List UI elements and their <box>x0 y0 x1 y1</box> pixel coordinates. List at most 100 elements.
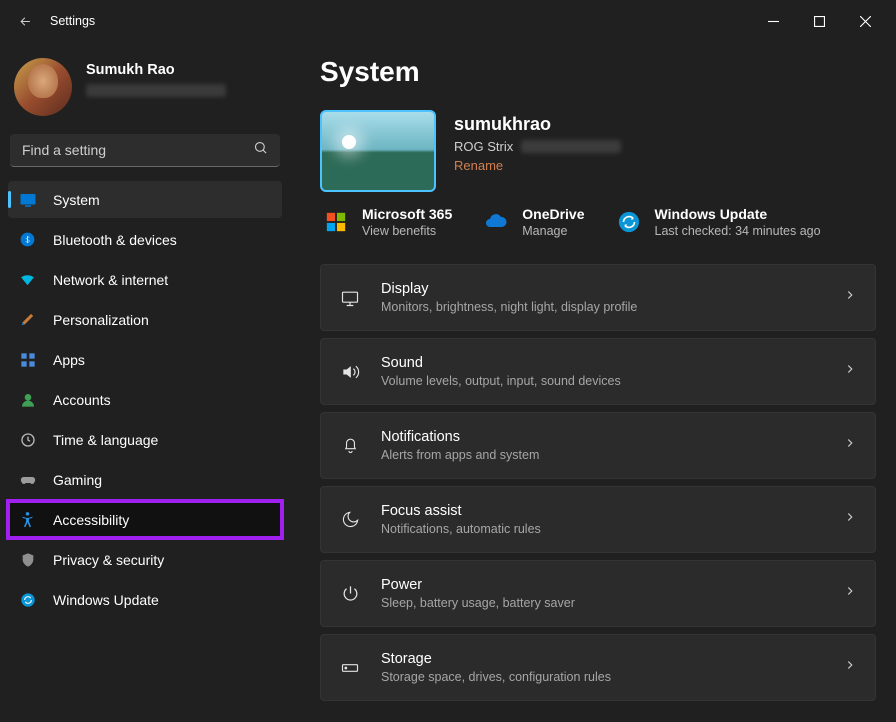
search-icon <box>253 140 268 160</box>
sidebar-item-label: Accessibility <box>53 512 129 528</box>
main-content: System sumukhrao ROG Strix Rename Micros… <box>290 42 896 722</box>
quick-subtitle: View benefits <box>362 224 452 238</box>
sidebar-item-label: Time & language <box>53 432 158 448</box>
sidebar-item-system[interactable]: System <box>8 181 282 218</box>
back-button[interactable] <box>8 4 42 38</box>
maximize-button[interactable] <box>796 5 842 37</box>
quick-onedrive[interactable]: OneDrive Manage <box>484 206 584 238</box>
quick-subtitle: Last checked: 34 minutes ago <box>655 224 821 238</box>
microsoft-365-icon <box>324 210 348 234</box>
device-name: sumukhrao <box>454 114 621 135</box>
setting-title: Power <box>381 577 823 593</box>
storage-icon <box>339 657 361 679</box>
setting-subtitle: Storage space, drives, configuration rul… <box>381 670 823 684</box>
setting-notifications[interactable]: Notifications Alerts from apps and syste… <box>320 412 876 479</box>
setting-storage[interactable]: Storage Storage space, drives, configura… <box>320 634 876 701</box>
setting-subtitle: Notifications, automatic rules <box>381 522 823 536</box>
gamepad-icon <box>18 470 37 489</box>
accessibility-icon <box>18 510 37 529</box>
chevron-right-icon <box>843 436 857 455</box>
sound-icon <box>339 361 361 383</box>
update-icon <box>18 590 37 609</box>
chevron-right-icon <box>843 658 857 677</box>
profile-name: Sumukh Rao <box>86 62 226 78</box>
setting-power[interactable]: Power Sleep, battery usage, battery save… <box>320 560 876 627</box>
windows-update-icon <box>617 210 641 234</box>
person-icon <box>18 390 37 409</box>
chevron-right-icon <box>843 584 857 603</box>
sidebar-item-gaming[interactable]: Gaming <box>8 461 282 498</box>
quick-title: Microsoft 365 <box>362 206 452 222</box>
sidebar-item-personalization[interactable]: Personalization <box>8 301 282 338</box>
quick-links-row: Microsoft 365 View benefits OneDrive Man… <box>320 206 876 238</box>
setting-title: Storage <box>381 651 823 667</box>
moon-icon <box>339 509 361 531</box>
sidebar-item-label: Windows Update <box>53 592 159 608</box>
sidebar-item-windows-update[interactable]: Windows Update <box>8 581 282 618</box>
sidebar-item-label: System <box>53 192 100 208</box>
sidebar-item-privacy[interactable]: Privacy & security <box>8 541 282 578</box>
titlebar: Settings <box>0 0 896 42</box>
setting-subtitle: Monitors, brightness, night light, displ… <box>381 300 823 314</box>
setting-subtitle: Volume levels, output, input, sound devi… <box>381 374 823 388</box>
chevron-right-icon <box>843 362 857 381</box>
profile-block[interactable]: Sumukh Rao <box>8 52 282 130</box>
sidebar-item-label: Apps <box>53 352 85 368</box>
settings-list: Display Monitors, brightness, night ligh… <box>320 264 876 701</box>
chevron-right-icon <box>843 510 857 529</box>
sidebar-item-label: Accounts <box>53 392 111 408</box>
sidebar-item-label: Bluetooth & devices <box>53 232 177 248</box>
device-model-redacted <box>521 140 621 153</box>
device-summary: sumukhrao ROG Strix Rename <box>320 110 876 192</box>
setting-title: Focus assist <box>381 503 823 519</box>
sidebar-item-label: Personalization <box>53 312 149 328</box>
close-button[interactable] <box>842 5 888 37</box>
setting-title: Notifications <box>381 429 823 445</box>
rename-link[interactable]: Rename <box>454 158 621 173</box>
sidebar-item-label: Network & internet <box>53 272 168 288</box>
quick-microsoft-365[interactable]: Microsoft 365 View benefits <box>324 206 452 238</box>
device-model: ROG Strix <box>454 139 621 154</box>
quick-title: OneDrive <box>522 206 584 222</box>
sidebar-item-bluetooth[interactable]: Bluetooth & devices <box>8 221 282 258</box>
sidebar-item-accounts[interactable]: Accounts <box>8 381 282 418</box>
search-box[interactable] <box>10 134 280 167</box>
profile-email-redacted <box>86 84 226 97</box>
wifi-icon <box>18 270 37 289</box>
minimize-button[interactable] <box>750 5 796 37</box>
setting-sound[interactable]: Sound Volume levels, output, input, soun… <box>320 338 876 405</box>
setting-display[interactable]: Display Monitors, brightness, night ligh… <box>320 264 876 331</box>
sidebar: Sumukh Rao System Bluetooth & devices <box>0 42 290 722</box>
page-title: System <box>320 56 876 88</box>
window-controls <box>750 5 888 37</box>
setting-title: Display <box>381 281 823 297</box>
chevron-right-icon <box>843 288 857 307</box>
bell-icon <box>339 435 361 457</box>
sidebar-item-time-language[interactable]: Time & language <box>8 421 282 458</box>
paintbrush-icon <box>18 310 37 329</box>
sidebar-item-apps[interactable]: Apps <box>8 341 282 378</box>
sidebar-item-accessibility[interactable]: Accessibility <box>8 501 282 538</box>
sidebar-item-label: Gaming <box>53 472 102 488</box>
quick-title: Windows Update <box>655 206 821 222</box>
clock-icon <box>18 430 37 449</box>
display-icon <box>339 287 361 309</box>
window-title: Settings <box>50 14 95 28</box>
setting-subtitle: Alerts from apps and system <box>381 448 823 462</box>
quick-subtitle: Manage <box>522 224 584 238</box>
device-wallpaper-thumbnail[interactable] <box>320 110 436 192</box>
setting-focus-assist[interactable]: Focus assist Notifications, automatic ru… <box>320 486 876 553</box>
shield-icon <box>18 550 37 569</box>
setting-title: Sound <box>381 355 823 371</box>
display-icon <box>18 190 37 209</box>
sidebar-item-network[interactable]: Network & internet <box>8 261 282 298</box>
quick-windows-update[interactable]: Windows Update Last checked: 34 minutes … <box>617 206 821 238</box>
setting-subtitle: Sleep, battery usage, battery saver <box>381 596 823 610</box>
apps-icon <box>18 350 37 369</box>
search-input[interactable] <box>22 142 253 158</box>
onedrive-icon <box>484 210 508 234</box>
sidebar-item-label: Privacy & security <box>53 552 164 568</box>
bluetooth-icon <box>18 230 37 249</box>
avatar <box>14 58 72 116</box>
power-icon <box>339 583 361 605</box>
